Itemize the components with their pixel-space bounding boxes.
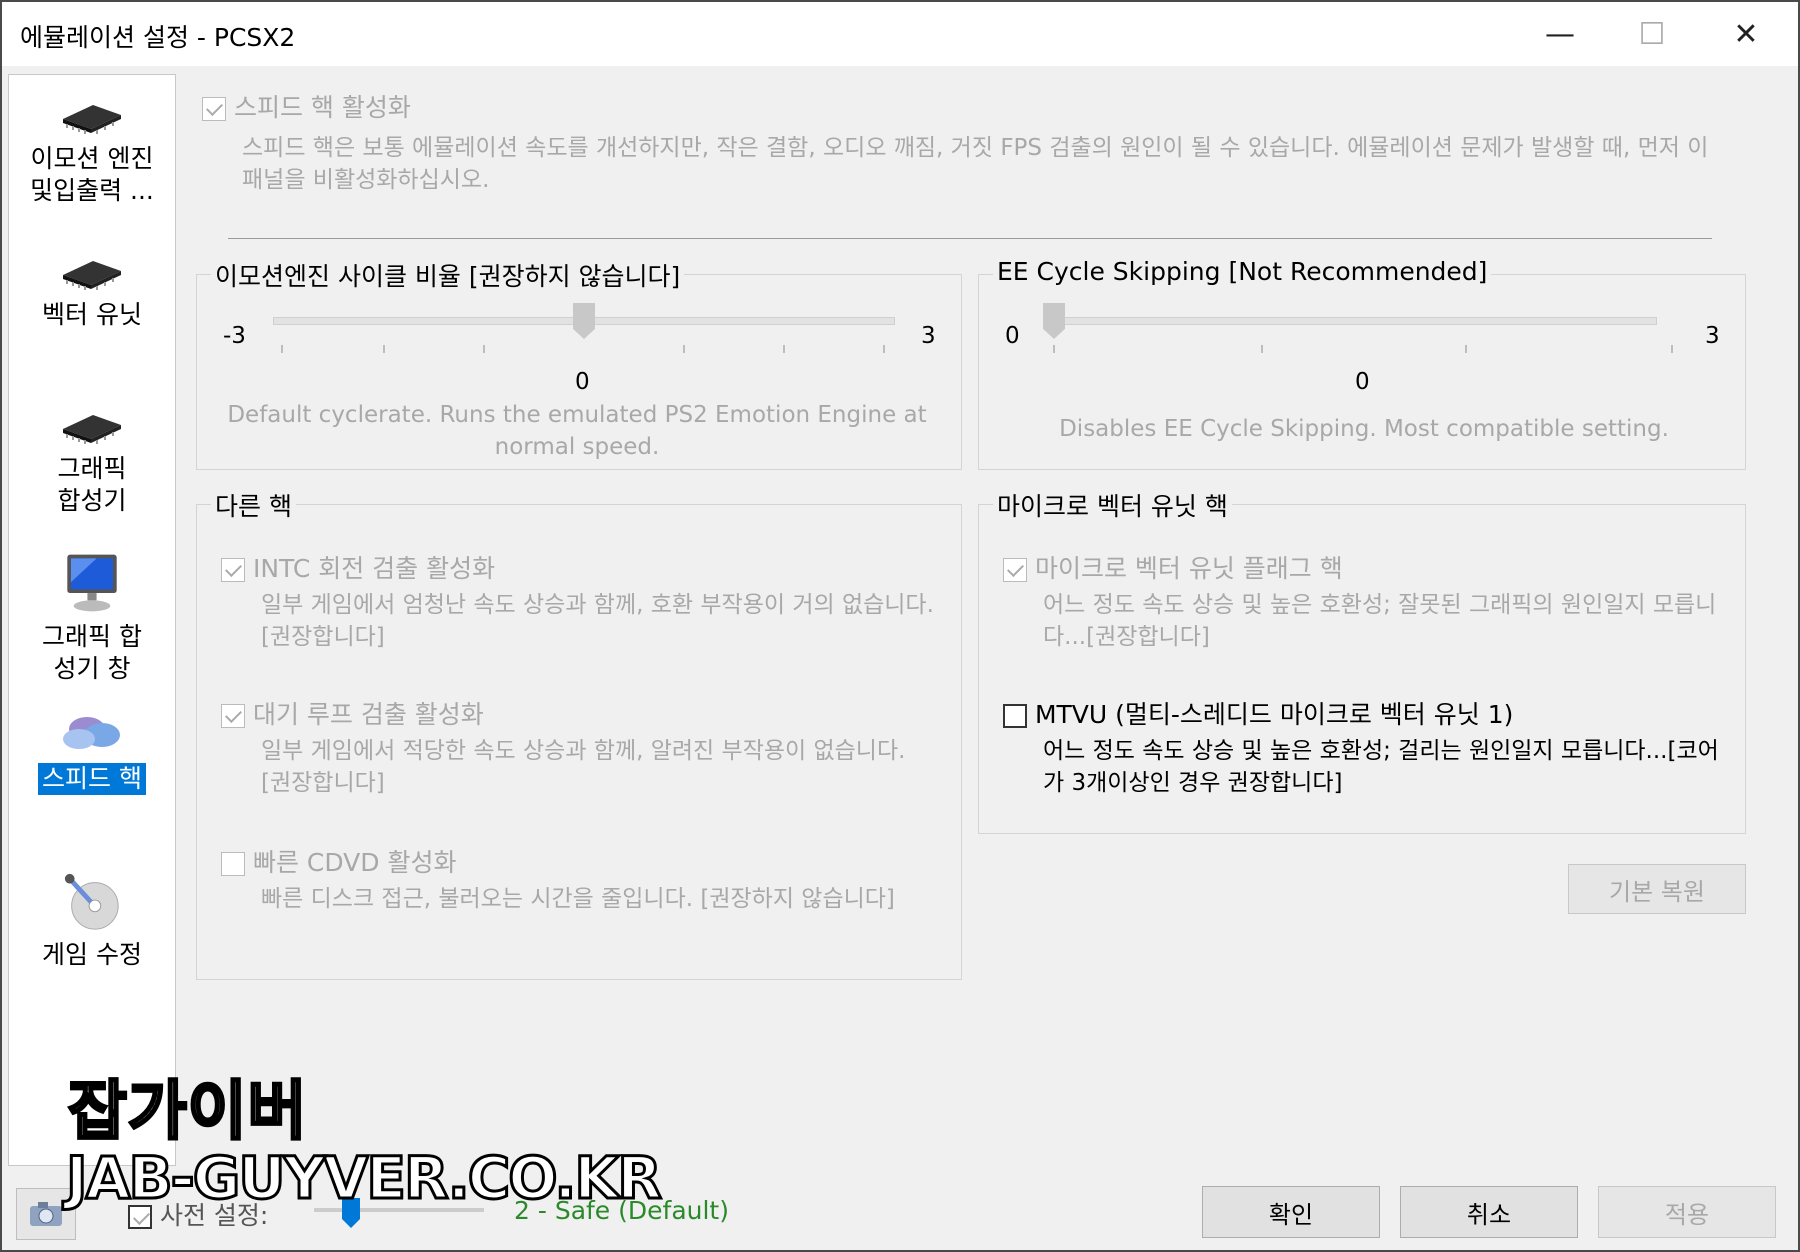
fast-cdvd-checkbox[interactable]: 빠른 CDVD 활성화: [221, 843, 456, 879]
slider-tick: [783, 345, 785, 353]
ee-cycleskip-title: EE Cycle Skipping [Not Recommended]: [993, 257, 1492, 286]
checkbox-box: [1003, 704, 1027, 728]
sidebar-item-label: 벡터 유닛: [42, 300, 142, 329]
sidebar-item-gamefixes[interactable]: 게임 수정: [9, 871, 175, 971]
microvu-hacks-group: 마이크로 벡터 유닛 핵 마이크로 벡터 유닛 플래그 핵 어느 정도 속도 상…: [978, 487, 1746, 834]
mtvu-checkbox[interactable]: MTVU (멀티-스레디드 마이크로 벡터 유닛 1): [1003, 695, 1513, 731]
slider-tick: [1465, 345, 1467, 353]
speedhacks-description: 스피드 핵은 보통 에뮬레이션 속도를 개선하지만, 작은 결함, 오디오 깨짐…: [242, 135, 1709, 193]
ee-cycleskip-slider-track[interactable]: [1043, 317, 1657, 325]
checkbox-box: [221, 704, 245, 728]
vu-flag-hack-description: 어느 정도 속도 상승 및 높은 호환성; 잘못된 그래픽의 원인일지 모릅니다…: [1043, 592, 1717, 650]
slider-tick: [1261, 345, 1263, 353]
sidebar-item-label: 그래픽 합성기 창: [42, 622, 142, 683]
ee-cyclerate-title: 이모션엔진 사이클 비율 [권장하지 않습니다]: [211, 257, 685, 293]
intc-spin-checkbox[interactable]: INTC 회전 검출 활성화: [221, 549, 495, 585]
sidebar-item-gs-window[interactable]: 그래픽 합성기 창: [9, 551, 175, 685]
slider-tick: [1671, 345, 1673, 353]
vu-flag-hack-checkbox[interactable]: 마이크로 벡터 유닛 플래그 핵: [1003, 549, 1343, 585]
ee-cycleskip-value: 0: [1355, 369, 1370, 395]
wait-loop-label: 대기 루프 검출 활성화: [252, 700, 484, 729]
separator-line: [228, 238, 1712, 239]
intc-spin-label: INTC 회전 검출 활성화: [252, 554, 496, 583]
chip-icon: [63, 261, 121, 290]
watermark-title: 잡가이버: [67, 1074, 309, 1151]
title-bar: 에뮬레이션 설정 - PCSX2 — ☐ ✕: [2, 2, 1798, 66]
disc-icon: [64, 873, 119, 930]
ee-cyclerate-value: 0: [575, 369, 590, 395]
sidebar-item-speedhacks[interactable]: 스피드 핵: [9, 707, 175, 795]
intc-spin-description: 일부 게임에서 엄청난 속도 상승과 함께, 호환 부작용이 거의 없습니다. …: [261, 592, 934, 650]
slider-tick: [683, 345, 685, 353]
chip-icon: [63, 415, 121, 444]
minimize-button[interactable]: —: [1530, 12, 1590, 56]
slider-tick: [883, 345, 885, 353]
settings-window: 에뮬레이션 설정 - PCSX2 — ☐ ✕ 이모션 엔진 및입출력 ... 벡…: [0, 0, 1800, 1252]
chip-icon: [63, 105, 121, 134]
ee-cycleskip-min: 0: [1005, 323, 1020, 349]
vu-flag-hack-label: 마이크로 벡터 유닛 플래그 핵: [1034, 554, 1343, 583]
maximize-button[interactable]: ☐: [1622, 12, 1682, 56]
ee-cyclerate-slider-thumb[interactable]: [573, 303, 595, 339]
other-hacks-title: 다른 핵: [211, 487, 296, 523]
sidebar-item-gs[interactable]: 그래픽 합성기: [9, 405, 175, 517]
other-hacks-group: 다른 핵 INTC 회전 검출 활성화 일부 게임에서 엄청난 속도 상승과 함…: [196, 487, 962, 980]
sidebar-item-label: 이모션 엔진 및입출력 ...: [30, 144, 154, 205]
checkbox-box: [221, 852, 245, 876]
sidebar-item-vector-unit[interactable]: 벡터 유닛: [9, 251, 175, 331]
microvu-hacks-title: 마이크로 벡터 유닛 핵: [993, 487, 1232, 523]
fast-cdvd-description: 빠른 디스크 접근, 불러오는 시간을 줄입니다. [권장하지 않습니다]: [261, 886, 895, 912]
sidebar-item-label: 스피드 핵: [38, 763, 146, 795]
slider-tick: [281, 345, 283, 353]
ee-cyclerate-description: Default cyclerate. Runs the emulated PS2…: [227, 402, 927, 460]
close-button[interactable]: ✕: [1716, 12, 1776, 56]
cancel-button[interactable]: 취소: [1400, 1186, 1578, 1238]
checkbox-box: [202, 97, 226, 121]
settings-sidebar: 이모션 엔진 및입출력 ... 벡터 유닛 그래픽 합성기 그래픽 합성기 창 …: [8, 74, 176, 1166]
wait-loop-description: 일부 게임에서 적당한 속도 상승과 함께, 알려진 부작용이 없습니다. [권…: [261, 738, 906, 796]
pills-icon: [63, 717, 120, 749]
mtvu-description: 어느 정도 속도 상승 및 높은 호환성; 걸리는 원인일지 모릅니다...[코…: [1043, 738, 1719, 796]
monitor-icon: [67, 554, 117, 612]
enable-speedhacks-label: 스피드 핵 활성화: [233, 93, 411, 122]
apply-button[interactable]: 적용: [1598, 1186, 1776, 1238]
checkbox-box: [221, 558, 245, 582]
mtvu-label: MTVU (멀티-스레디드 마이크로 벡터 유닛 1): [1034, 700, 1514, 729]
sidebar-item-emotion-engine[interactable]: 이모션 엔진 및입출력 ...: [9, 95, 175, 207]
ee-cyclerate-min: -3: [223, 323, 246, 349]
ee-cyclerate-group: 이모션엔진 사이클 비율 [권장하지 않습니다] -3 3 0 Default …: [196, 257, 962, 470]
ee-cycleskip-max: 3: [1705, 323, 1720, 349]
ee-cycleskip-group: EE Cycle Skipping [Not Recommended] 0 3 …: [978, 257, 1746, 470]
ee-cycleskip-description: Disables EE Cycle Skipping. Most compati…: [1059, 416, 1669, 442]
slider-tick: [483, 345, 485, 353]
watermark-url: JAB-GUYVER.CO.KR: [65, 1143, 664, 1214]
fast-cdvd-label: 빠른 CDVD 활성화: [252, 848, 457, 877]
ok-button[interactable]: 확인: [1202, 1186, 1380, 1238]
camera-icon: [30, 1202, 62, 1226]
slider-tick: [1053, 345, 1055, 353]
window-title: 에뮬레이션 설정 - PCSX2: [20, 23, 296, 52]
sidebar-item-label: 그래픽 합성기: [57, 454, 127, 515]
ee-cyclerate-max: 3: [921, 323, 936, 349]
slider-tick: [383, 345, 385, 353]
ee-cycleskip-slider-thumb[interactable]: [1043, 303, 1065, 339]
wait-loop-checkbox[interactable]: 대기 루프 검출 활성화: [221, 695, 484, 731]
enable-speedhacks-checkbox[interactable]: 스피드 핵 활성화: [202, 88, 411, 124]
checkbox-box: [1003, 558, 1027, 582]
sidebar-item-label: 게임 수정: [42, 940, 142, 969]
restore-defaults-button[interactable]: 기본 복원: [1568, 864, 1746, 914]
